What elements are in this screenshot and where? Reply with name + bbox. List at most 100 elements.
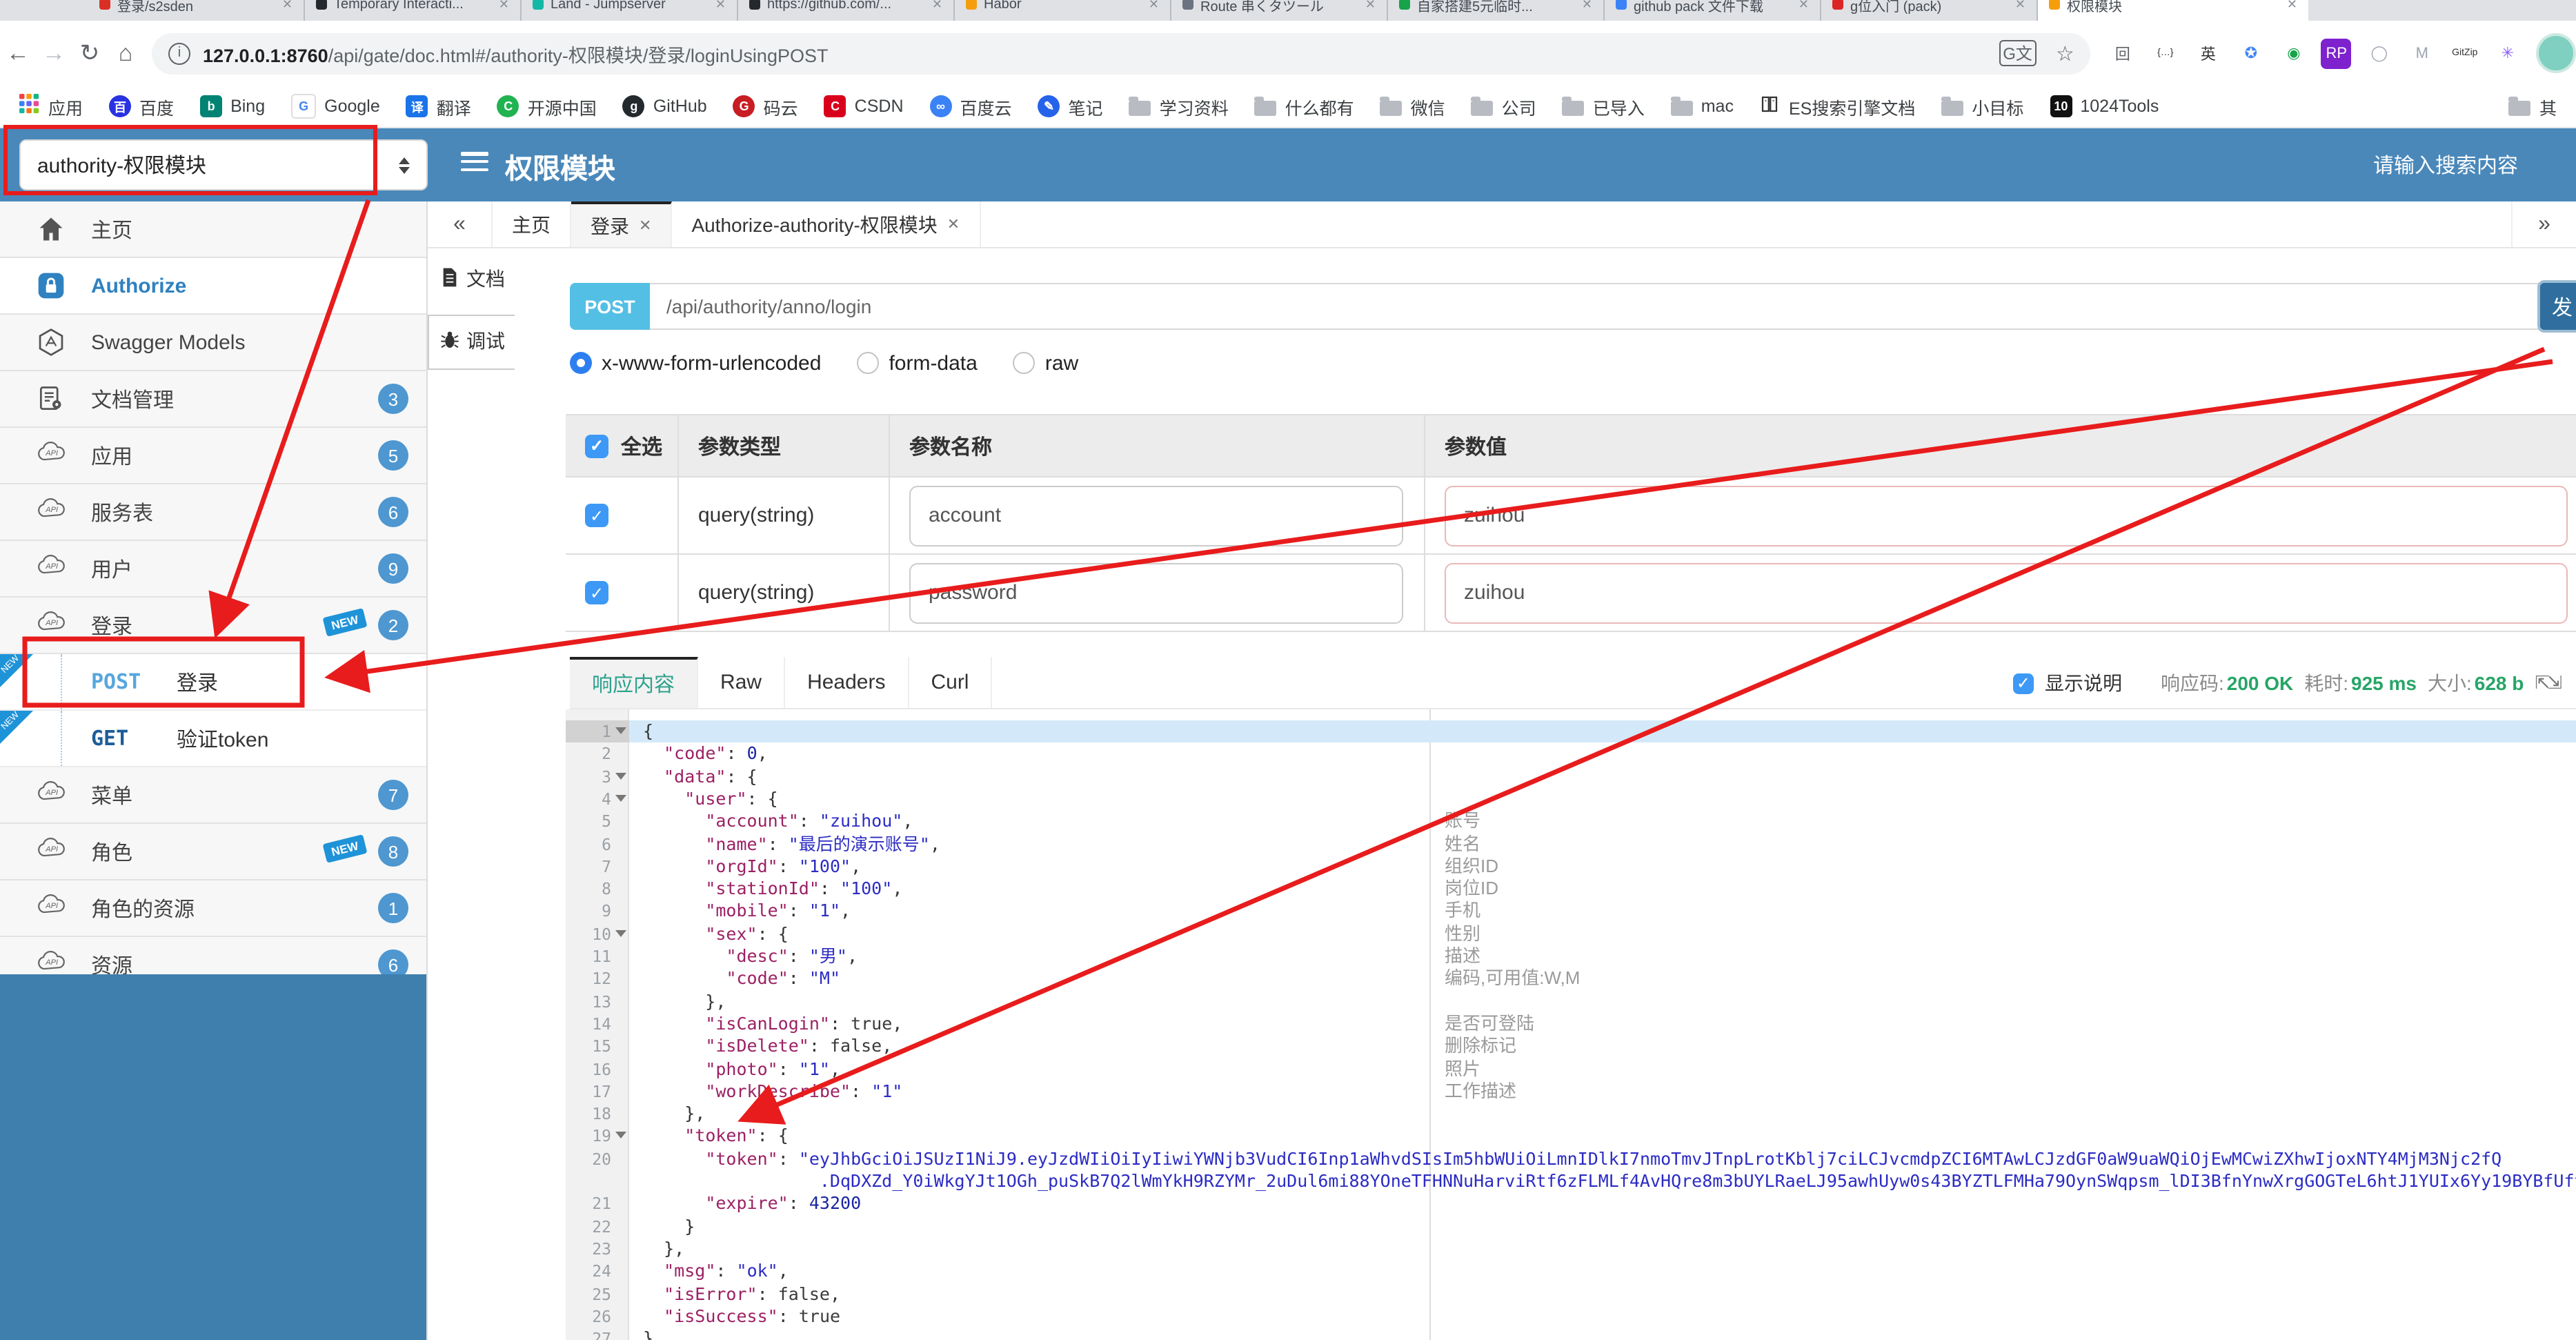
content-type-radio-x-www-form-urlencoded[interactable]: x-www-form-urlencoded	[570, 351, 821, 375]
param-value-input[interactable]: zuihou	[1445, 562, 2568, 623]
tab-close-icon[interactable]: ✕	[2015, 0, 2025, 12]
param-name-input[interactable]: account	[909, 485, 1403, 546]
browser-tab[interactable]: g位入门 (pack) ✕	[1821, 0, 2038, 21]
sidebar-item-服务表[interactable]: API 服务表 6	[0, 484, 426, 541]
close-icon[interactable]: ✕	[947, 215, 960, 233]
tab-close-icon[interactable]: ✕	[932, 0, 942, 12]
sidebar-endpoint-get[interactable]: NEW GET 验证token	[0, 710, 426, 767]
sidebar-endpoint-post[interactable]: NEW POST 登录	[0, 653, 426, 711]
sidebar-item-用户[interactable]: API 用户 9	[0, 541, 426, 598]
extension-icon[interactable]: 英	[2193, 38, 2223, 68]
site-info-icon[interactable]: i	[168, 42, 190, 64]
param-checkbox[interactable]: ✓	[585, 504, 608, 527]
menu-icon[interactable]	[461, 152, 488, 174]
browser-tab[interactable]: Temporary Interacti... ✕	[305, 0, 522, 21]
bookmark-item[interactable]: G Google	[291, 94, 380, 119]
sidebar-item-应用[interactable]: API 应用 5	[0, 428, 426, 484]
bookmark-star-icon[interactable]: ☆	[2056, 41, 2074, 66]
tab-close-icon[interactable]: ✕	[1365, 0, 1376, 12]
browser-tab[interactable]: Habor ✕	[955, 0, 1171, 21]
response-tab-Headers[interactable]: Headers	[785, 657, 909, 708]
doc-tab-主页[interactable]: 主页	[491, 201, 571, 247]
doc-tab-Authorize-authority-权限模块[interactable]: Authorize-authority-权限模块 ✕	[672, 201, 981, 247]
tab-close-icon[interactable]: ✕	[1149, 0, 1159, 12]
tab-close-icon[interactable]: ✕	[282, 0, 293, 12]
param-name-input[interactable]: password	[909, 562, 1403, 623]
reload-icon[interactable]: ↻	[72, 39, 108, 67]
bookmark-item[interactable]: 应用	[19, 93, 83, 119]
bookmark-item[interactable]: 译翻译	[406, 93, 471, 119]
param-checkbox[interactable]: ✓	[585, 581, 608, 604]
content-type-radio-raw[interactable]: raw	[1013, 351, 1078, 375]
sidebar-item-角色[interactable]: API 角色 NEW 8	[0, 824, 426, 880]
bookmark-item[interactable]: g GitHub	[622, 95, 707, 117]
bookmark-item[interactable]: C 开源中国	[497, 93, 597, 119]
bookmark-item[interactable]: G 码云	[733, 93, 798, 119]
select-all-checkbox[interactable]: ✓	[585, 434, 608, 457]
close-icon[interactable]: ✕	[639, 217, 651, 235]
extension-icon[interactable]: GitZip	[2450, 38, 2480, 68]
sidebar-item-角色的资源[interactable]: API 角色的资源 1	[0, 880, 426, 937]
browser-tab[interactable]: github pack 文件下载 ✕	[1605, 0, 1821, 21]
browser-tab[interactable]: Land - Jumpserver ✕	[522, 0, 738, 21]
home-icon[interactable]: ⌂	[108, 39, 143, 67]
address-bar[interactable]: i 127.0.0.1:8760/api/gate/doc.html#/auth…	[152, 32, 2091, 74]
bookmark-item[interactable]: mac	[1670, 97, 1734, 116]
sidebar-item-文档管理[interactable]: 文档管理 3	[0, 371, 426, 428]
bookmark-item[interactable]: 其	[2508, 93, 2557, 119]
back-icon[interactable]: ←	[0, 39, 36, 67]
browser-tab[interactable]: 自家搭建5元临时... ✕	[1388, 0, 1605, 21]
tab-document[interactable]: 文档	[439, 265, 505, 293]
avatar[interactable]	[2536, 33, 2576, 73]
bookmark-item[interactable]: 百百度	[109, 93, 174, 119]
extension-icon[interactable]: M	[2407, 38, 2437, 68]
bookmark-item[interactable]: 微信	[1380, 93, 1445, 119]
more-tabs-icon[interactable]: »	[2511, 201, 2576, 247]
request-url-input[interactable]: /api/authority/anno/login	[650, 283, 2543, 330]
browser-tab[interactable]: 权限模块 ✕	[2038, 0, 2308, 21]
response-tab-Curl[interactable]: Curl	[909, 657, 993, 708]
sidebar-item-主页[interactable]: 主页	[0, 201, 426, 258]
bookmark-item[interactable]: 10 1024Tools	[2050, 95, 2159, 117]
bookmark-item[interactable]: 公司	[1471, 93, 1536, 119]
collapse-left-icon[interactable]: «	[428, 201, 491, 247]
bookmark-item[interactable]: C CSDN	[824, 95, 904, 117]
sidebar-item-登录[interactable]: API 登录 NEW 2	[0, 598, 426, 654]
extension-icon[interactable]: RP	[2321, 38, 2352, 68]
sidebar-item-Authorize[interactable]: Authorize	[0, 258, 426, 315]
extension-icon[interactable]: 回	[2108, 38, 2138, 68]
bookmark-item[interactable]: ∞ 百度云	[929, 93, 1012, 119]
bookmark-item[interactable]: ES搜索引擎文档	[1760, 93, 1915, 119]
bookmark-item[interactable]: 学习资料	[1129, 93, 1229, 119]
tab-close-icon[interactable]: ✕	[2287, 0, 2297, 12]
extension-icon[interactable]: {…}	[2150, 38, 2181, 68]
param-value-input[interactable]: zuihou	[1445, 485, 2568, 546]
tab-close-icon[interactable]: ✕	[499, 0, 509, 12]
content-type-radio-form-data[interactable]: form-data	[857, 351, 978, 375]
bookmark-item[interactable]: 什么都有	[1254, 93, 1354, 119]
response-tab-Raw[interactable]: Raw	[698, 657, 786, 708]
tab-close-icon[interactable]: ✕	[1799, 0, 1809, 12]
tab-debug[interactable]: 调试	[439, 327, 505, 355]
bookmark-item[interactable]: 已导入	[1562, 93, 1645, 119]
translate-icon[interactable]: G文	[1999, 40, 2037, 66]
browser-tab[interactable]: https://github.com/... ✕	[738, 0, 955, 21]
tab-close-icon[interactable]: ✕	[715, 0, 726, 12]
browser-tab[interactable]: 登录/s2sden ✕	[88, 0, 305, 21]
tab-close-icon[interactable]: ✕	[1582, 0, 1592, 12]
forward-icon[interactable]: →	[36, 39, 72, 67]
search-input[interactable]: 请输入搜索内容	[2373, 150, 2518, 179]
response-tab-响应内容[interactable]: 响应内容	[570, 657, 699, 708]
bookmark-item[interactable]: ✎ 笔记	[1038, 93, 1103, 119]
sidebar-item-Swagger Models[interactable]: Swagger Models	[0, 315, 426, 371]
expand-icon[interactable]: ⇱⇲	[2535, 672, 2562, 694]
module-select[interactable]: authority-权限模块	[19, 139, 428, 190]
browser-tab[interactable]: Route 串くタツール ✕	[1171, 0, 1388, 21]
bookmark-item[interactable]: b Bing	[200, 95, 265, 117]
extension-icon[interactable]: ◯	[2364, 38, 2395, 68]
doc-tab-登录[interactable]: 登录 ✕	[571, 201, 673, 247]
response-editor[interactable]: 1 2 3 4 5 6 7 8 9 10 11 12 13 14 15 16 17 18 19 20 21 22 23 24 2…	[566, 709, 2576, 1340]
extension-icon[interactable]: ✪	[2236, 38, 2266, 68]
show-desc-checkbox[interactable]: ✓	[2012, 673, 2034, 693]
sidebar-item-菜单[interactable]: API 菜单 7	[0, 767, 426, 824]
